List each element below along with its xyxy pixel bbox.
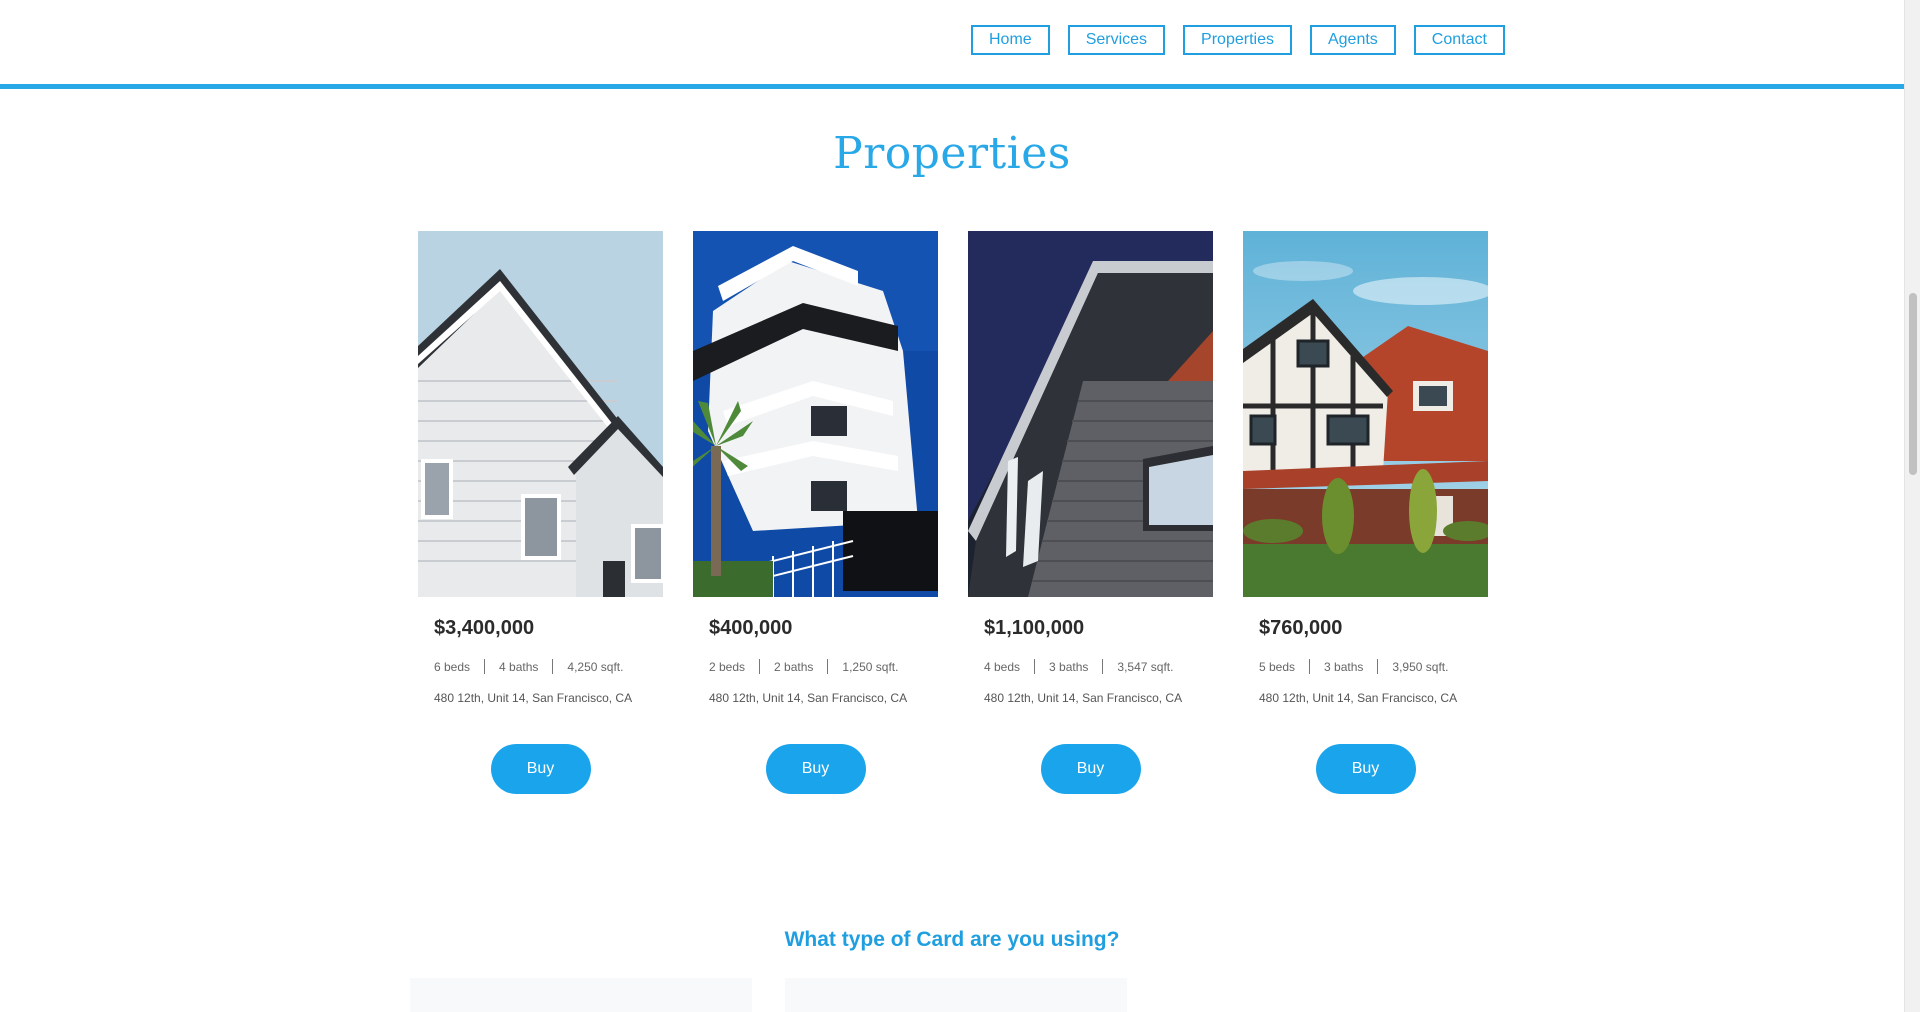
divider	[484, 659, 486, 674]
buy-button[interactable]: Buy	[490, 744, 591, 794]
property-address: 480 12th, Unit 14, San Francisco, CA	[1259, 691, 1458, 705]
divider	[1034, 659, 1036, 674]
property-cards: $3,400,000 6 beds 4 baths 4,250 sqft. 48…	[418, 231, 1488, 794]
sqft-value: 3,950 sqft.	[1392, 659, 1449, 674]
main-nav: Home Services Properties Agents Contact	[971, 25, 1505, 55]
nav-properties-button[interactable]: Properties	[1183, 25, 1292, 55]
beds-count: 5 beds	[1259, 659, 1296, 674]
property-photo[interactable]	[1243, 231, 1488, 597]
divider	[1377, 659, 1379, 674]
page: Home Services Properties Agents Contact …	[0, 0, 1904, 1012]
nav-agents-button[interactable]: Agents	[1309, 25, 1396, 55]
scrollbar-thumb[interactable]	[1909, 293, 1917, 475]
properties-title: Properties	[833, 128, 1071, 179]
baths-count: 4 baths	[499, 659, 539, 674]
nav-contact-button[interactable]: Contact	[1413, 25, 1505, 55]
property-address: 480 12th, Unit 14, San Francisco, CA	[709, 691, 908, 705]
card-type-question: What type of Card are you using?	[784, 928, 1120, 951]
property-photo[interactable]	[418, 231, 663, 597]
divider	[827, 659, 829, 674]
baths-count: 3 baths	[1049, 659, 1089, 674]
site-header: Home Services Properties Agents Contact	[0, 0, 1904, 89]
nav-services-button[interactable]: Services	[1067, 25, 1166, 55]
property-photo[interactable]	[693, 231, 938, 597]
baths-count: 2 baths	[774, 659, 814, 674]
property-card: $3,400,000 6 beds 4 baths 4,250 sqft. 48…	[418, 231, 663, 794]
property-address: 480 12th, Unit 14, San Francisco, CA	[434, 691, 633, 705]
divider	[1102, 659, 1104, 674]
property-address: 480 12th, Unit 14, San Francisco, CA	[984, 691, 1183, 705]
property-card: $760,000 5 beds 3 baths 3,950 sqft. 480 …	[1243, 231, 1488, 794]
card-option-preview[interactable]	[785, 978, 1127, 1012]
sqft-value: 1,250 sqft.	[842, 659, 899, 674]
card-option-preview[interactable]	[410, 978, 752, 1012]
baths-count: 3 baths	[1324, 659, 1364, 674]
beds-count: 4 beds	[984, 659, 1021, 674]
property-card: $1,100,000 4 beds 3 baths 3,547 sqft. 48…	[968, 231, 1213, 794]
divider	[552, 659, 554, 674]
page-scrollbar[interactable]	[1904, 0, 1920, 1012]
property-price: $1,100,000	[984, 617, 1085, 639]
property-specs: 2 beds 2 baths 1,250 sqft.	[709, 659, 938, 674]
property-price: $400,000	[709, 617, 793, 639]
property-specs: 6 beds 4 baths 4,250 sqft.	[434, 659, 663, 674]
sqft-value: 3,547 sqft.	[1117, 659, 1174, 674]
buy-button[interactable]: Buy	[1040, 744, 1141, 794]
buy-button[interactable]: Buy	[765, 744, 866, 794]
nav-home-button[interactable]: Home	[971, 25, 1050, 55]
beds-count: 2 beds	[709, 659, 746, 674]
divider	[759, 659, 761, 674]
buy-button[interactable]: Buy	[1315, 744, 1416, 794]
property-card: $400,000 2 beds 2 baths 1,250 sqft. 480 …	[693, 231, 938, 794]
property-price: $3,400,000	[434, 617, 535, 639]
property-specs: 5 beds 3 baths 3,950 sqft.	[1259, 659, 1488, 674]
beds-count: 6 beds	[434, 659, 471, 674]
property-photo[interactable]	[968, 231, 1213, 597]
divider	[1309, 659, 1311, 674]
property-price: $760,000	[1259, 617, 1343, 639]
sqft-value: 4,250 sqft.	[567, 659, 624, 674]
property-specs: 4 beds 3 baths 3,547 sqft.	[984, 659, 1213, 674]
